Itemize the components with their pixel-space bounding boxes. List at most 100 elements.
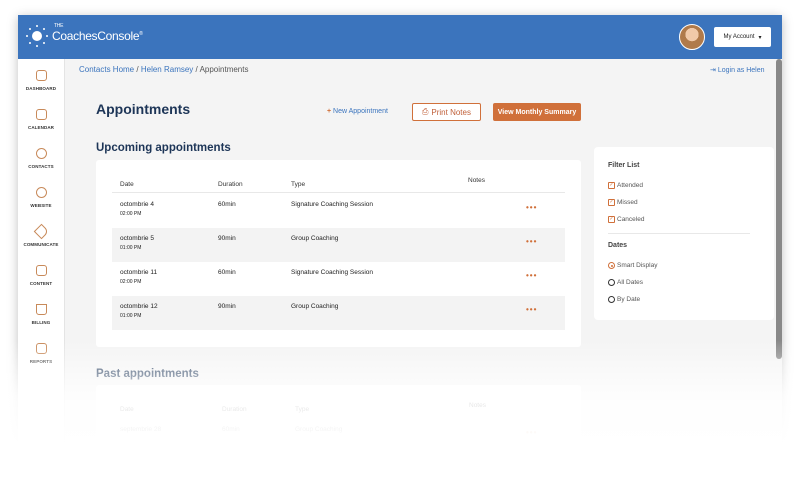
row-type: Group Coaching: [291, 303, 339, 310]
sidebar-item-communicate[interactable]: COMMUNICATE: [18, 215, 64, 254]
radio-label: Smart Display: [617, 262, 658, 269]
radio-icon: [608, 279, 615, 286]
table-row[interactable]: octombrie 4 02:00 PM 60min Signature Coac…: [112, 194, 565, 228]
col-duration: Duration: [218, 181, 243, 188]
sidebar-item-billing[interactable]: BILLING: [18, 293, 64, 332]
view-monthly-summary-button[interactable]: View Monthly Summary: [493, 103, 581, 121]
radio-all-dates[interactable]: All Dates: [608, 279, 643, 286]
brand-logo[interactable]: THE CoachesConsole®: [26, 23, 143, 47]
row-duration: 60min: [218, 201, 236, 208]
sidebar-label: COMMUNICATE: [23, 242, 59, 247]
row-date: septembrie 28: [120, 426, 162, 433]
document-icon: [35, 265, 47, 276]
print-notes-button[interactable]: ⎙ Print Notes: [412, 103, 481, 121]
sidebar-item-dashboard[interactable]: DASHBOARD: [18, 59, 64, 98]
filter-label: Attended: [617, 182, 644, 189]
app-window: THE CoachesConsole® My Account ▾ DASHBOARD…: [18, 15, 782, 455]
brand-reg: ®: [139, 31, 143, 37]
table-row[interactable]: octombrie 5 01:00 PM 90min Group Coaching…: [112, 228, 565, 262]
radio-by-date[interactable]: By Date: [608, 296, 640, 303]
checkbox-checked-icon: ✓: [608, 182, 615, 189]
sidebar-item-calendar[interactable]: CALENDAR: [18, 98, 64, 137]
more-options-icon[interactable]: •••: [526, 428, 537, 437]
row-type: Signature Coaching Session: [291, 269, 374, 276]
login-as-link[interactable]: ⇥ Login as Helen: [710, 66, 765, 74]
more-options-icon[interactable]: •••: [526, 237, 537, 246]
past-table: Date Duration Type Notes septembrie 28 6…: [96, 385, 581, 455]
dates-title: Dates: [608, 242, 628, 249]
row-date: octombrie 11 02:00 PM: [120, 269, 158, 285]
sidebar-label: CONTENT: [29, 281, 53, 286]
more-options-icon[interactable]: •••: [526, 271, 537, 280]
sidebar-item-website[interactable]: WEBSITE: [18, 176, 64, 215]
print-notes-label: Print Notes: [431, 107, 471, 117]
upcoming-heading: Upcoming appointments: [96, 142, 231, 154]
col-notes: Notes: [469, 402, 486, 409]
radio-label: By Date: [617, 296, 641, 303]
table-row[interactable]: septembrie 28 60min Group Coaching •••: [112, 421, 565, 455]
monthly-summary-label: View Monthly Summary: [497, 108, 577, 116]
more-options-icon[interactable]: •••: [526, 305, 537, 314]
breadcrumb-sep: /: [195, 65, 198, 74]
sidebar-label: REPORTS: [29, 359, 53, 364]
table-row[interactable]: octombrie 12 01:00 PM 90min Group Coachin…: [112, 296, 565, 330]
col-type: Type: [295, 406, 310, 413]
more-options-icon[interactable]: •••: [526, 203, 537, 212]
login-icon: ⇥: [710, 67, 716, 74]
row-duration: 60min: [218, 269, 236, 276]
breadcrumb-current: Appointments: [199, 65, 249, 74]
sidebar-label: CALENDAR: [27, 125, 55, 130]
my-account-label: My Account: [723, 34, 755, 40]
col-notes: Notes: [468, 177, 485, 184]
top-header: THE CoachesConsole® My Account ▾: [18, 15, 782, 59]
send-icon: [33, 223, 49, 240]
new-appointment-button[interactable]: + New Appointment: [327, 108, 388, 115]
row-type: Group Coaching: [295, 426, 343, 433]
checkbox-checked-icon: ✓: [608, 216, 615, 223]
row-duration: 90min: [218, 303, 236, 310]
plus-icon: +: [327, 108, 332, 115]
login-as-label: Login as Helen: [717, 67, 765, 74]
filter-missed-checkbox[interactable]: ✓ Missed: [608, 199, 638, 206]
breadcrumb-contacts-home[interactable]: Contacts Home: [79, 65, 134, 74]
sidebar-label: DASHBOARD: [25, 86, 57, 91]
sidebar-item-reports[interactable]: REPORTS: [18, 332, 64, 371]
breadcrumb-sep: /: [136, 65, 139, 74]
filter-attended-checkbox[interactable]: ✓ Attended: [608, 182, 643, 189]
compass-icon: [35, 187, 47, 198]
row-type: Signature Coaching Session: [291, 201, 374, 208]
table-header: Date Duration Type Notes: [96, 402, 581, 423]
printer-icon: ⎙: [422, 107, 429, 116]
col-type: Type: [291, 181, 306, 188]
calendar-icon: [35, 109, 47, 120]
sidebar-label: CONTACTS: [28, 164, 54, 169]
row-duration: 60min: [222, 426, 240, 433]
avatar[interactable]: [679, 24, 705, 50]
filter-panel: Filter List ✓ Attended ✓ Missed ✓ Canceled …: [594, 147, 774, 320]
table-row[interactable]: octombrie 11 02:00 PM 60min Signature Coa…: [112, 262, 565, 296]
page-title: Appointments: [96, 101, 191, 117]
upcoming-table: Date Duration Type Notes octombrie 4 02:0…: [96, 160, 581, 347]
filter-title: Filter List: [608, 162, 640, 169]
row-date: octombrie 4 02:00 PM: [120, 201, 154, 217]
contacts-icon: [35, 148, 47, 159]
radio-icon: [608, 296, 615, 303]
sidebar-label: BILLING: [31, 320, 51, 325]
new-appointment-label: New Appointment: [333, 108, 388, 115]
row-duration: 90min: [218, 235, 236, 242]
filter-canceled-checkbox[interactable]: ✓ Canceled: [608, 216, 644, 223]
my-account-button[interactable]: My Account ▾: [714, 27, 771, 47]
col-date: Date: [120, 181, 134, 188]
divider: [608, 233, 750, 234]
caret-down-icon: ▾: [758, 34, 762, 41]
past-heading: Past appointments: [96, 368, 199, 380]
scrollbar[interactable]: [776, 59, 782, 359]
sidebar-item-contacts[interactable]: CONTACTS: [18, 137, 64, 176]
filter-label: Canceled: [617, 216, 645, 223]
breadcrumb-helen-ramsey[interactable]: Helen Ramsey: [141, 65, 193, 74]
sidebar-item-content[interactable]: CONTENT: [18, 254, 64, 293]
sidebar: DASHBOARD CALENDAR CONTACTS WEBSITE COMM…: [18, 59, 65, 455]
col-date: Date: [120, 406, 134, 413]
brand-name: CoachesConsole: [52, 29, 140, 43]
radio-smart-display[interactable]: Smart Display: [608, 262, 657, 269]
